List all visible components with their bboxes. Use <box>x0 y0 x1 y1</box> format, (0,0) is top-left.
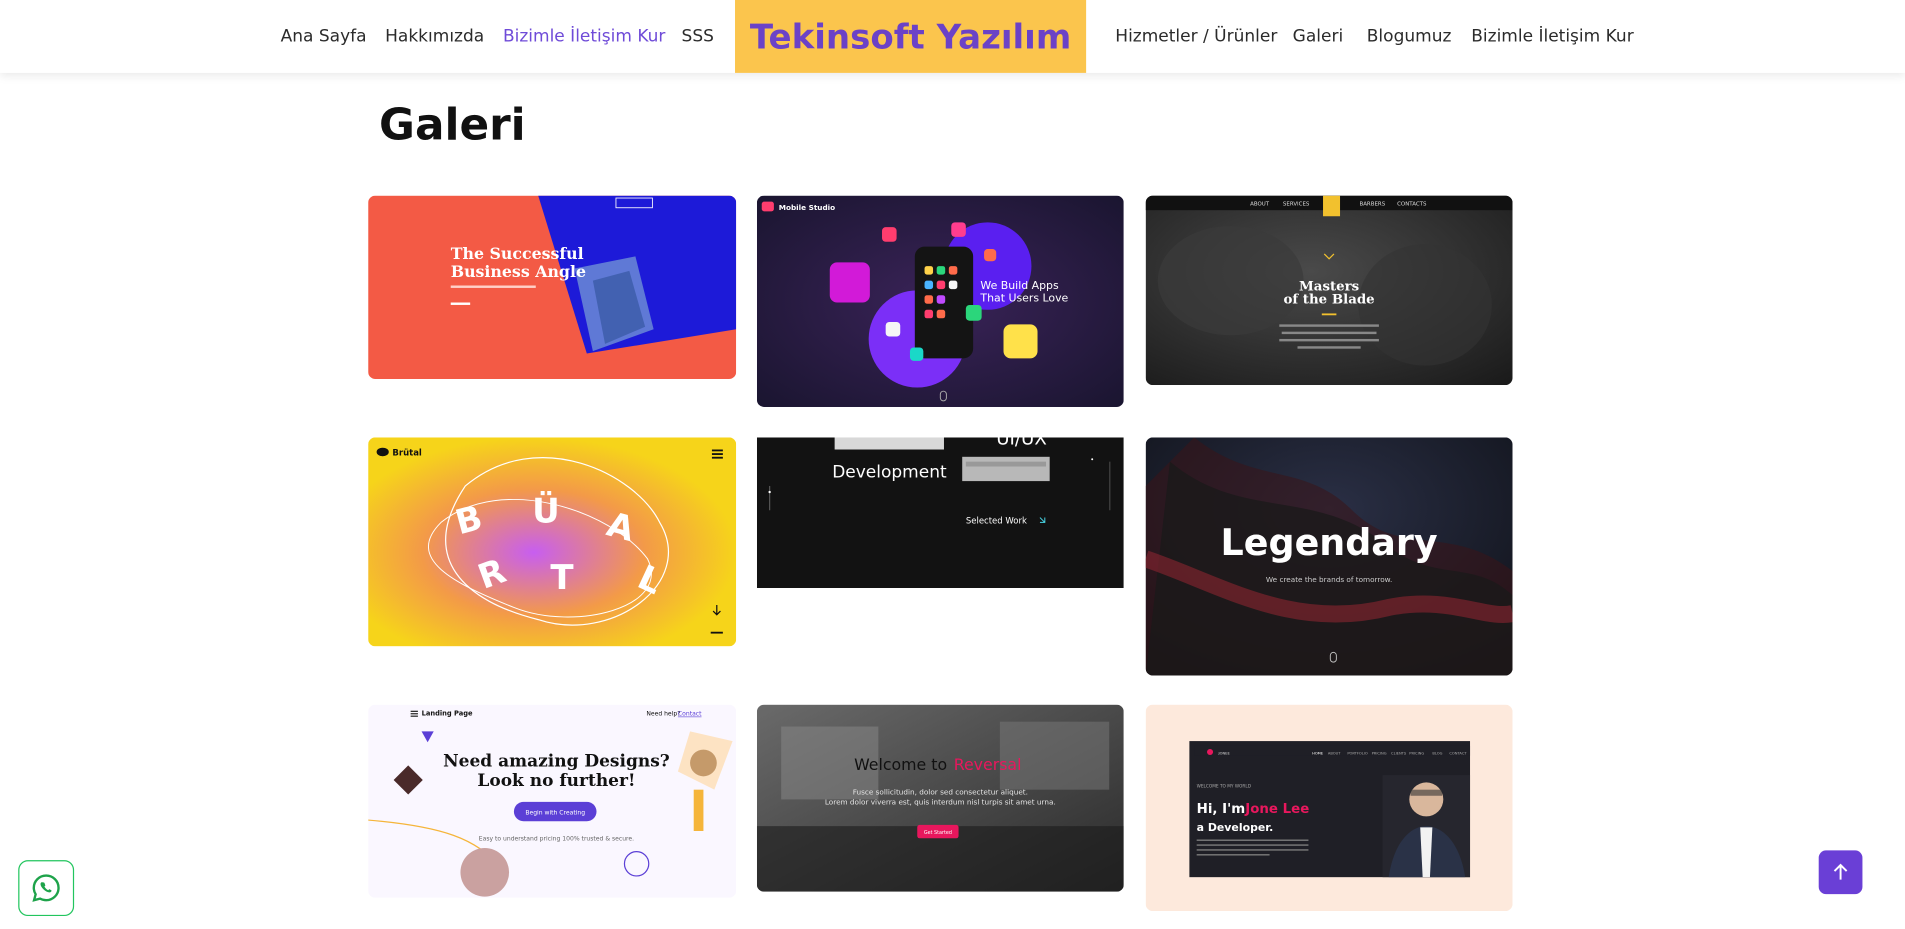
tile-7-brand: Landing Page <box>422 710 473 718</box>
tile-9-role: a Developer. <box>1197 821 1274 834</box>
svg-text:PRICING: PRICING <box>1372 751 1387 755</box>
tile-8-headline: Welcome to <box>854 755 947 774</box>
svg-text:Look no further!: Look no further! <box>477 771 635 791</box>
tile-8-text: Fusce sollicitudin, dolor sed consectetu… <box>853 788 1028 797</box>
svg-text:Business Angle: Business Angle <box>451 262 586 281</box>
svg-text:PORTFOLIO: PORTFOLIO <box>1347 751 1368 755</box>
tile-8-button: Get Started <box>924 830 952 836</box>
gallery-item-brutal[interactable]: Brütal B Ü A R T L <box>368 437 737 647</box>
nav-link-sss[interactable]: SSS <box>682 26 714 48</box>
tile-8-highlight: Reversal <box>954 755 1022 774</box>
svg-text:JONEE: JONEE <box>1218 751 1231 755</box>
tile-4-brand: Brütal <box>392 449 422 459</box>
tile-9-greeting: Hi, I'm <box>1197 802 1245 817</box>
nav-link-iletisim-2[interactable]: Bizimle İletişim Kur <box>1471 26 1633 48</box>
svg-text:CONTACT: CONTACT <box>1449 751 1467 755</box>
top-navbar: Ana Sayfa Hakkımızda Bizimle İletişim Ku… <box>0 0 1905 73</box>
tile-6-text: We create the brands of tomorrow. <box>1266 575 1392 584</box>
nav-link-ana-sayfa[interactable]: Ana Sayfa <box>281 26 367 48</box>
svg-text:WELCOME TO MY WORLD: WELCOME TO MY WORLD <box>1197 783 1252 789</box>
tile-6-headline: Legendary <box>1221 521 1438 564</box>
svg-text:CONTACTS: CONTACTS <box>1397 201 1427 207</box>
nav-link-hizmetler[interactable]: Hizmetler / Ürünler <box>1115 26 1277 48</box>
tile-5-sub: UI/UX <box>996 437 1047 449</box>
nav-link-blogumuz[interactable]: Blogumuz <box>1367 26 1452 48</box>
tile-9-name: Jone Lee <box>1244 802 1309 817</box>
svg-text:HOME: HOME <box>1312 751 1324 755</box>
whatsapp-icon <box>32 874 60 902</box>
tile-5-headline: Development <box>832 462 947 482</box>
tile-5-link: Selected Work <box>966 517 1027 527</box>
tile-1-headline: The Successful <box>451 244 584 263</box>
tile-7-button: Begin with Creating <box>525 810 585 817</box>
svg-text:SERVICES: SERVICES <box>1283 201 1310 207</box>
svg-text:Contact: Contact <box>678 711 702 718</box>
gallery-item-mobile-studio[interactable]: Mobile Studio We Build Apps That Users L… <box>756 195 1124 407</box>
page-title: Galeri <box>379 100 526 151</box>
nav-link-galeri[interactable]: Galeri <box>1293 26 1344 48</box>
svg-text:BLOG: BLOG <box>1432 751 1442 755</box>
svg-text:of the Blade: of the Blade <box>1283 292 1374 308</box>
tile-2-brand: Mobile Studio <box>779 203 835 212</box>
gallery-item-masters-of-the-blade[interactable]: ABOUT SERVICES BARBERS CONTACTS Masters … <box>1145 195 1513 386</box>
gallery-item-legendary[interactable]: Legendary We create the brands of tomorr… <box>1145 437 1513 676</box>
svg-text:PRICING: PRICING <box>1409 751 1424 755</box>
svg-text:ABOUT: ABOUT <box>1328 751 1341 755</box>
gallery-item-business-angle[interactable]: The Successful Business Angle <box>368 195 737 380</box>
brand-logo[interactable]: Tekinsoft Yazılım <box>735 0 1087 73</box>
gallery-item-landing-page[interactable]: Landing Page Need help? Contact Need ama… <box>368 704 737 898</box>
svg-text:Lorem dolor viverra est, quis: Lorem dolor viverra est, quis interdum n… <box>825 797 1056 806</box>
nav-link-hakkimizda[interactable]: Hakkımızda <box>385 26 484 48</box>
svg-text:ABOUT: ABOUT <box>1250 201 1270 207</box>
svg-text:CLIENTS: CLIENTS <box>1391 751 1407 755</box>
gallery-item-development[interactable]: UI/UX Development Selected Work <box>756 437 1124 589</box>
whatsapp-button[interactable] <box>18 860 75 917</box>
svg-text:BARBERS: BARBERS <box>1359 201 1385 207</box>
gallery-item-reversal[interactable]: Welcome to Reversal Fusce sollicitudin, … <box>756 704 1124 892</box>
nav-link-iletisim[interactable]: Bizimle İletişim Kur <box>503 26 665 48</box>
svg-text:T: T <box>550 558 574 598</box>
tile-7-headline: Need amazing Designs? <box>443 752 670 772</box>
tile-2-headline: We Build Apps <box>980 279 1059 292</box>
arrow-up-icon <box>1833 863 1848 880</box>
svg-text:Ü: Ü <box>532 490 560 531</box>
scroll-to-top-button[interactable] <box>1818 850 1863 895</box>
svg-text:Need help?: Need help? <box>646 711 680 718</box>
gallery-item-developer-portfolio[interactable]: JONEE HOME ABOUT PORTFOLIO PRICING CLIEN… <box>1145 704 1513 912</box>
tile-7-text: Easy to understand pricing 100% trusted … <box>479 836 634 843</box>
svg-text:That Users Love: That Users Love <box>979 291 1068 304</box>
